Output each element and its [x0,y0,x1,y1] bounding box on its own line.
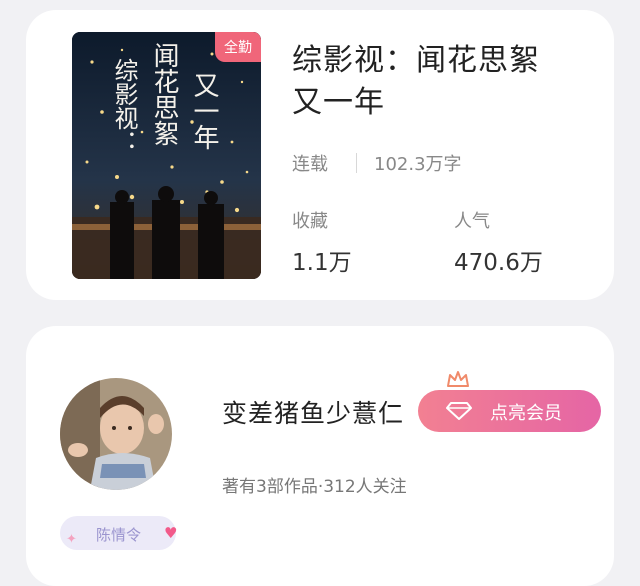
avatar-image [60,378,172,490]
author-card[interactable]: 变差猪鱼少薏仁 点亮会员 著有3部作品·312人关注 ✦ 陈情令 ♥ [26,326,614,586]
book-title-line2: 又一年 [292,85,385,120]
author-avatar[interactable] [60,378,172,490]
popularity-value: 470.6万 [454,250,543,276]
diamond-icon [446,402,472,420]
cover-title-left: 综影视： [110,58,138,154]
book-cover[interactable]: 综影视： 闻花思絮 又一年 全勤 [72,32,261,279]
crown-icon [447,371,469,387]
cover-artwork: 综影视： 闻花思絮 又一年 [72,32,261,279]
popularity-label: 人气 [454,211,490,232]
author-name[interactable]: 变差猪鱼少薏仁 [222,394,404,430]
vip-button[interactable]: 点亮会员 [418,390,601,432]
sparkle-icon: ✦ [66,532,77,547]
book-status: 连载 [292,154,328,175]
heart-icon: ♥ [164,524,178,542]
author-tag[interactable]: ✦ 陈情令 ♥ [60,516,178,550]
book-word-count: 102.3万字 [374,154,462,175]
book-title[interactable]: 综影视：闻花思絮 又一年 [292,40,582,124]
full-attendance-badge: 全勤 [215,32,261,62]
collect-value: 1.1万 [292,250,352,276]
cover-title-right: 又一年 [189,72,219,150]
vip-button-label: 点亮会员 [490,403,562,424]
book-title-line1: 综影视：闻花思絮 [292,43,540,78]
book-card[interactable]: 综影视： 闻花思絮 又一年 全勤 综影视：闻花思絮 又一年 连载 102.3万字… [26,10,614,300]
collect-label: 收藏 [292,211,328,232]
status-divider [356,153,357,173]
cover-title-mid: 闻花思絮 [149,42,179,146]
author-tag-label: 陈情令 [96,526,142,544]
author-meta: 著有3部作品·312人关注 [222,477,407,497]
